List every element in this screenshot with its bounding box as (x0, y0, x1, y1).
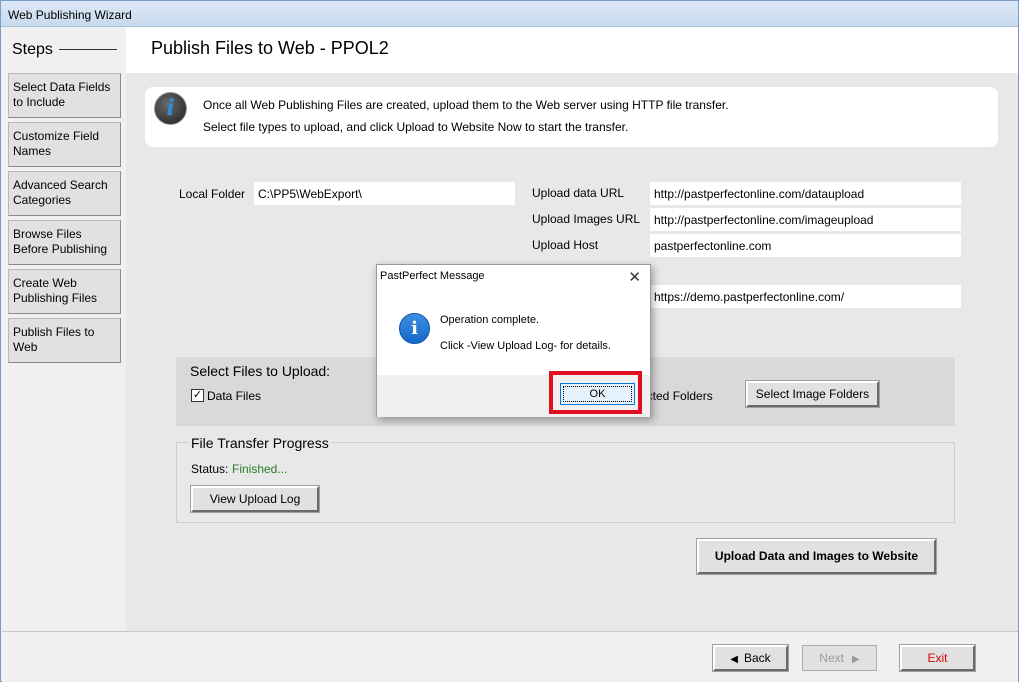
information-icon: i (399, 313, 430, 344)
status-value: Finished... (232, 462, 288, 476)
view-upload-log-button[interactable]: View Upload Log (191, 486, 319, 512)
pastperfect-message-dialog: PastPerfect Message ✕ i Operation comple… (376, 264, 651, 417)
select-files-heading: Select Files to Upload: (190, 363, 331, 379)
local-folder-field[interactable] (254, 182, 515, 205)
page-header: Publish Files to Web - PPOL2 (126, 27, 1018, 73)
step-publish-files[interactable]: Publish Files to Web (8, 318, 121, 363)
next-arrow-icon: ▶ (851, 654, 860, 665)
window-title: Web Publishing Wizard (8, 8, 132, 22)
next-button[interactable]: Next ▶ (802, 645, 877, 671)
file-transfer-progress-heading: File Transfer Progress (189, 435, 331, 451)
status-label: Status: (191, 462, 229, 476)
upload-data-url-label: Upload data URL (532, 186, 625, 200)
upload-data-url-field[interactable] (650, 182, 961, 205)
step-browse-files[interactable]: Browse Files Before Publishing (8, 220, 121, 265)
title-bar: Web Publishing Wizard (1, 1, 1018, 27)
exit-button[interactable]: Exit (900, 645, 975, 671)
upload-host-field[interactable] (650, 234, 961, 257)
steps-divider (59, 49, 117, 50)
next-label: Next (819, 651, 844, 665)
info-icon: i (154, 92, 187, 125)
upload-host-label: Upload Host (532, 238, 599, 252)
select-image-folders-button[interactable]: Select Image Folders (746, 381, 879, 407)
info-text-line1: Once all Web Publishing Files are create… (203, 98, 729, 112)
ok-button[interactable]: OK (560, 383, 635, 405)
info-text-line2: Select file types to upload, and click U… (203, 120, 629, 134)
upload-images-url-field[interactable] (650, 208, 961, 231)
steps-sidebar: Steps Select Data Fields to Include Cust… (2, 27, 126, 631)
upload-images-url-label: Upload Images URL (532, 212, 641, 226)
step-select-data-fields[interactable]: Select Data Fields to Include (8, 73, 121, 118)
back-button[interactable]: ◀ Back (713, 645, 788, 671)
step-customize-field-names[interactable]: Customize Field Names (8, 122, 121, 167)
web-publishing-wizard-window: Web Publishing Wizard Steps Select Data … (0, 0, 1019, 682)
step-advanced-search-categories[interactable]: Advanced Search Categories (8, 171, 121, 216)
page-title: Publish Files to Web - PPOL2 (151, 38, 389, 58)
wizard-footer: ◀ Back Next ▶ Exit (2, 631, 1018, 682)
dialog-message-line1: Operation complete. (440, 314, 540, 326)
dialog-message-line2: Click -View Upload Log- for details. (440, 340, 611, 352)
info-box: i Once all Web Publishing Files are crea… (145, 87, 998, 147)
close-icon[interactable]: ✕ (628, 268, 641, 286)
upload-data-and-images-button[interactable]: Upload Data and Images to Website (697, 539, 936, 574)
back-label: Back (744, 651, 771, 665)
site-url-field[interactable] (650, 285, 961, 308)
data-files-label: Data Files (207, 389, 262, 403)
steps-heading: Steps (12, 41, 53, 58)
local-folder-label: Local Folder (179, 187, 246, 201)
data-files-checkbox[interactable]: ✓ (191, 389, 204, 402)
step-create-web-files[interactable]: Create Web Publishing Files (8, 269, 121, 314)
dialog-title: PastPerfect Message (380, 270, 485, 282)
back-arrow-icon: ◀ (730, 654, 738, 665)
